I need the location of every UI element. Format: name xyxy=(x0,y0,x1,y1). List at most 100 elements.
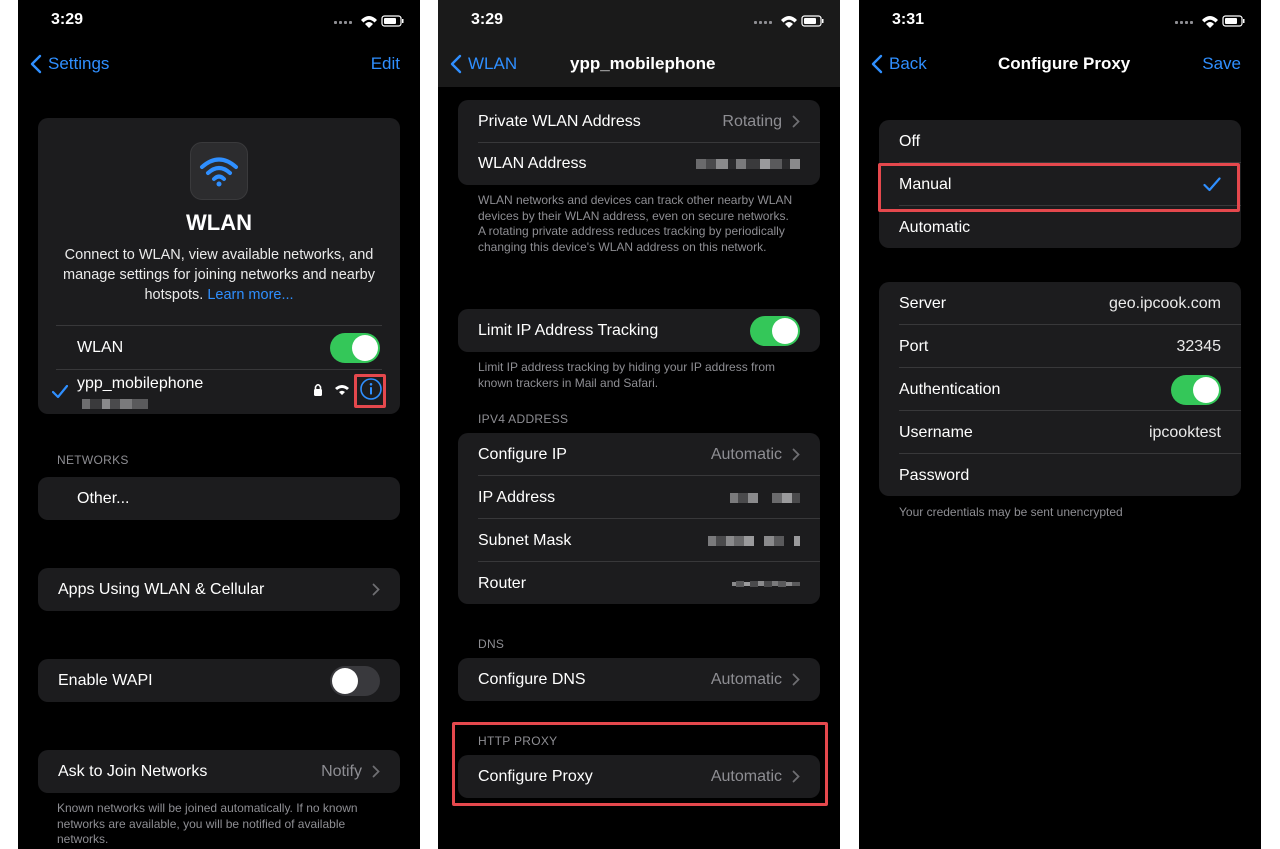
ipv4-card: Configure IP Automatic IP Address Subnet… xyxy=(458,433,820,604)
server-row[interactable]: Server geo.ipcook.com xyxy=(879,282,1241,325)
page-title: Configure Proxy xyxy=(998,54,1131,73)
status-time: 3:29 xyxy=(471,11,504,28)
chevron-right-icon xyxy=(792,448,800,461)
other-network-label: Other... xyxy=(77,489,130,507)
back-button[interactable]: WLAN xyxy=(450,54,517,74)
status-bar-icons xyxy=(334,15,404,28)
router-label: Router xyxy=(478,574,527,592)
configure-ip-label: Configure IP xyxy=(478,445,567,463)
credentials-footer: Your credentials may be sent unencrypted xyxy=(899,505,1123,519)
authentication-label: Authentication xyxy=(899,380,1001,398)
authentication-row: Authentication xyxy=(879,368,1241,411)
back-button[interactable]: Settings xyxy=(30,54,109,74)
ask-join-footer: Known networks will be joined automatica… xyxy=(57,801,358,846)
connected-network-name: ypp_mobilephone xyxy=(77,375,204,392)
ip-address-redacted xyxy=(730,492,800,503)
wlan-toggle[interactable] xyxy=(330,332,380,363)
proxy-details-card: Server geo.ipcook.com Port 32345 Authent… xyxy=(879,282,1241,496)
dns-card: Configure DNS Automatic xyxy=(458,658,820,701)
port-row[interactable]: Port 32345 xyxy=(879,325,1241,368)
wlan-address-redacted xyxy=(696,158,800,169)
enable-wapi-label: Enable WAPI xyxy=(58,671,153,689)
status-bar-icons xyxy=(1175,15,1245,28)
ask-join-row[interactable]: Ask to Join Networks Notify xyxy=(38,750,400,793)
chevron-right-icon xyxy=(372,583,380,596)
chevron-right-icon xyxy=(792,673,800,686)
wlan-title: WLAN xyxy=(186,210,252,235)
chevron-right-icon xyxy=(372,765,380,778)
authentication-toggle[interactable] xyxy=(1171,374,1221,405)
apps-using-row[interactable]: Apps Using WLAN & Cellular xyxy=(38,568,400,611)
network-detail-screen: 3:29 WLAN ypp_mobilephone Private WLAN A… xyxy=(438,0,840,849)
manual-option-highlight xyxy=(878,163,1240,212)
limit-ip-footer: Limit IP address tracking by hiding your… xyxy=(478,360,776,390)
chevron-right-icon xyxy=(792,115,800,128)
ipv4-header: IPV4 ADDRESS xyxy=(478,412,569,426)
configure-proxy-screen: 3:31 Back Configure Proxy Save Off Manua… xyxy=(859,0,1261,849)
server-label: Server xyxy=(899,294,947,312)
limit-ip-card: Limit IP Address Tracking xyxy=(458,309,820,352)
http-proxy-highlight xyxy=(452,722,828,806)
configure-ip-value: Automatic xyxy=(710,445,782,463)
wlan-toggle-label: WLAN xyxy=(77,338,124,356)
wlan-app-icon xyxy=(190,142,248,200)
network-subtitle-redacted xyxy=(82,399,148,409)
private-address-row[interactable]: Private WLAN Address Rotating xyxy=(458,100,820,143)
checkmark-icon xyxy=(52,385,68,399)
limit-ip-label: Limit IP Address Tracking xyxy=(478,321,659,339)
chevron-left-icon xyxy=(871,54,883,74)
wifi-icon xyxy=(200,157,238,187)
edit-button[interactable]: Edit xyxy=(371,54,400,74)
port-value: 32345 xyxy=(1176,337,1222,355)
wlan-address-label: WLAN Address xyxy=(478,154,587,172)
port-label: Port xyxy=(899,337,929,355)
status-time: 3:29 xyxy=(51,11,84,28)
username-value: ipcooktest xyxy=(1148,423,1221,441)
connected-network-row[interactable]: ypp_mobilephone xyxy=(38,369,400,414)
enable-wapi-row: Enable WAPI xyxy=(38,659,400,702)
back-label: Settings xyxy=(48,54,110,73)
password-row[interactable]: Password xyxy=(879,454,1241,497)
wifi-signal-icon xyxy=(335,385,349,395)
configure-dns-value: Automatic xyxy=(710,670,782,688)
learn-more-link[interactable]: Learn more... xyxy=(207,287,293,303)
enable-wapi-toggle[interactable] xyxy=(330,665,380,696)
lock-icon xyxy=(314,383,322,396)
subnet-mask-row: Subnet Mask xyxy=(458,519,820,562)
username-row[interactable]: Username ipcooktest xyxy=(879,411,1241,454)
configure-ip-row[interactable]: Configure IP Automatic xyxy=(458,433,820,476)
page-title: ypp_mobilephone xyxy=(570,54,716,73)
wlan-header-card: WLAN Connect to WLAN, view available net… xyxy=(38,118,400,414)
other-network-card: Other... xyxy=(38,477,400,520)
password-label: Password xyxy=(899,466,970,484)
subnet-mask-label: Subnet Mask xyxy=(478,531,572,549)
save-button[interactable]: Save xyxy=(1202,54,1241,74)
ask-join-card: Ask to Join Networks Notify xyxy=(38,750,400,793)
ip-address-label: IP Address xyxy=(478,488,556,506)
proxy-option-automatic[interactable]: Automatic xyxy=(879,206,1241,249)
apps-using-label: Apps Using WLAN & Cellular xyxy=(58,580,265,598)
ask-join-value: Notify xyxy=(321,762,362,780)
other-network-row[interactable]: Other... xyxy=(38,477,400,520)
proxy-option-label: Off xyxy=(899,132,921,150)
wlan-toggle-row: WLAN xyxy=(38,326,400,369)
chevron-left-icon xyxy=(30,54,42,74)
apps-using-card: Apps Using WLAN & Cellular xyxy=(38,568,400,611)
proxy-option-label: Automatic xyxy=(899,218,971,236)
back-button[interactable]: Back xyxy=(871,54,927,74)
subnet-mask-redacted xyxy=(708,535,800,546)
configure-dns-row[interactable]: Configure DNS Automatic xyxy=(458,658,820,701)
limit-ip-toggle[interactable] xyxy=(750,315,800,346)
back-label: WLAN xyxy=(468,54,518,73)
router-row: Router xyxy=(458,562,820,605)
networks-header: NETWORKS xyxy=(57,453,129,467)
server-value: geo.ipcook.com xyxy=(1108,294,1221,312)
limit-ip-row: Limit IP Address Tracking xyxy=(458,309,820,352)
status-time: 3:31 xyxy=(892,11,925,28)
wlan-description: Connect to WLAN, view available networks… xyxy=(52,245,386,305)
ask-join-label: Ask to Join Networks xyxy=(58,762,208,780)
wlan-settings-screen: 3:29 Settings Edit WLAN Connect to WLAN,… xyxy=(18,0,420,849)
proxy-option-off[interactable]: Off xyxy=(879,120,1241,163)
ip-address-row: IP Address xyxy=(458,476,820,519)
router-redacted xyxy=(732,580,800,587)
